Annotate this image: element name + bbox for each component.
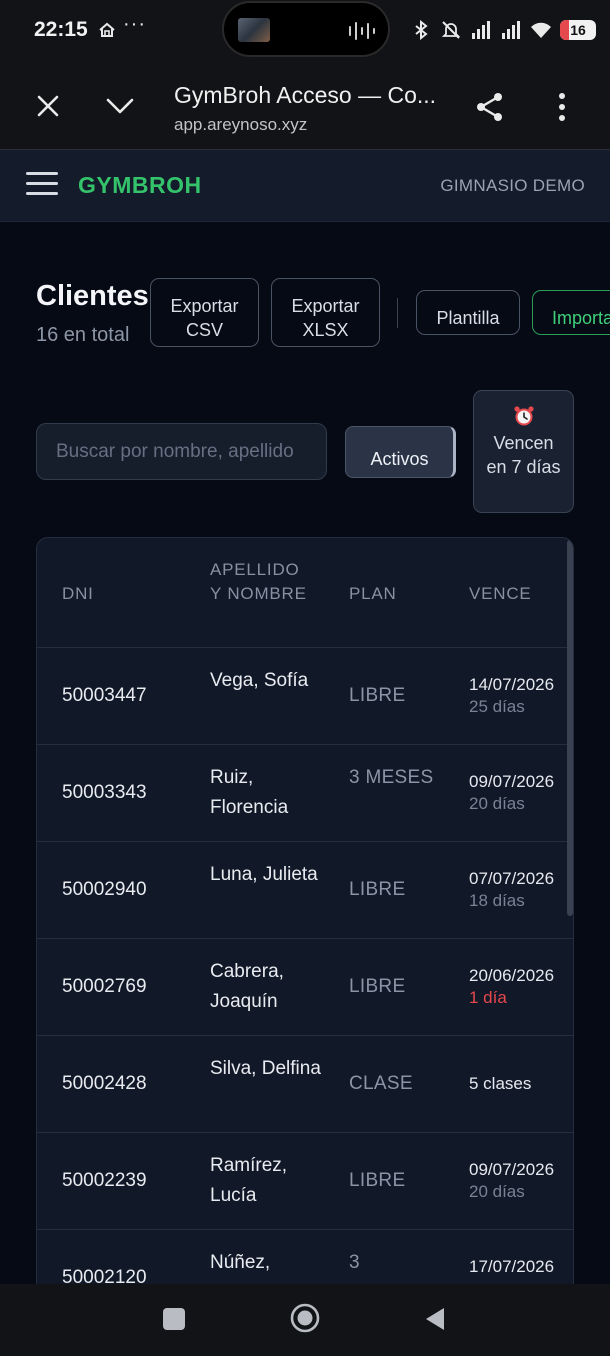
silent-icon	[441, 21, 461, 39]
cell-plan: LIBRE	[349, 685, 406, 706]
status-icons: 16	[410, 16, 596, 44]
status-time: 22:15	[34, 18, 88, 41]
days-remaining: 20 días	[469, 794, 525, 813]
cell-plan: 3 MESES	[349, 767, 434, 788]
battery-level: 16	[570, 22, 586, 38]
expiring-filter-label: Vencen en 7 días	[486, 433, 561, 477]
cell-plan: 3	[349, 1252, 360, 1273]
days-remaining-urgent: 1 día	[469, 988, 507, 1007]
bluetooth-icon	[415, 19, 428, 41]
cell-plan: LIBRE	[349, 879, 406, 900]
table-row[interactable]: 50002940 Luna, Julieta LIBRE 07/07/2026 …	[37, 842, 573, 939]
cell-dni: 50002940	[62, 879, 147, 900]
column-header-nombre[interactable]: APELLIDO Y NOMBRE	[210, 558, 310, 606]
hamburger-menu-icon[interactable]	[26, 172, 58, 198]
column-header-vence[interactable]: VENCE	[469, 582, 532, 606]
import-button[interactable]: Importa	[532, 290, 610, 335]
battery-icon: 16	[560, 20, 596, 40]
cell-vence: 09/07/2026 20 días	[469, 771, 554, 815]
share-icon[interactable]	[474, 91, 506, 123]
cell-plan: LIBRE	[349, 1170, 406, 1191]
cell-vence: 07/07/2026 18 días	[469, 868, 554, 912]
home-icon	[99, 22, 115, 37]
due-date: 17/07/2026	[469, 1257, 555, 1276]
column-header-plan[interactable]: PLAN	[349, 582, 397, 606]
signal-icon	[472, 21, 490, 39]
due-date: 09/07/2026	[469, 1160, 555, 1179]
back-icon[interactable]	[424, 1306, 446, 1332]
days-remaining: 20 días	[469, 1182, 525, 1201]
cell-vence: 17/07/2026	[469, 1256, 554, 1278]
cell-nombre: Silva, Delfina	[210, 1058, 321, 1079]
search-input[interactable]	[36, 423, 327, 480]
app-header: GYMBROH GIMNASIO DEMO	[0, 150, 610, 222]
clients-table: DNI APELLIDO Y NOMBRE PLAN VENCE 5000344…	[36, 537, 574, 1297]
signal-icon-2	[502, 21, 520, 39]
due-date: 14/07/2026	[469, 675, 555, 694]
cell-dni: 50003343	[62, 782, 147, 803]
cell-nombre: Luna, Julieta	[210, 864, 318, 885]
table-scrollbar[interactable]	[567, 540, 573, 916]
cell-vence: 14/07/2026 25 días	[469, 674, 554, 718]
table-row[interactable]: 50002428 Silva, Delfina CLASE 5 clases	[37, 1036, 573, 1133]
close-icon[interactable]	[34, 92, 62, 120]
client-count: 16 en total	[36, 324, 130, 346]
dynamic-island	[222, 1, 390, 57]
more-vertical-icon[interactable]	[549, 92, 575, 122]
cell-nombre: Ruiz, Florencia	[210, 767, 289, 818]
cell-nombre: Vega, Sofía	[210, 670, 309, 691]
chevron-down-icon[interactable]	[104, 94, 136, 118]
cell-nombre: Cabrera, Joaquín	[210, 961, 284, 1012]
due-date: 20/06/2026	[469, 966, 555, 985]
cell-vence: 20/06/2026 1 día	[469, 965, 554, 1009]
more-notifications-icon: ···	[123, 13, 146, 35]
cell-plan: LIBRE	[349, 976, 406, 997]
cell-dni: 50002239	[62, 1170, 147, 1191]
alarm-clock-icon	[513, 406, 534, 426]
days-remaining: 18 días	[469, 891, 525, 910]
cell-dni: 50002769	[62, 976, 147, 997]
cell-dni: 50003447	[62, 685, 147, 706]
days-remaining: 25 días	[469, 697, 525, 716]
due-date: 09/07/2026	[469, 772, 555, 791]
browser-page-title: GymBroh Acceso — Co...	[174, 82, 437, 108]
actions-divider	[397, 298, 398, 328]
due-date: 07/07/2026	[469, 869, 555, 888]
cell-nombre: Núñez,	[210, 1252, 271, 1273]
page-title: Clientes	[36, 280, 149, 312]
home-button-icon[interactable]	[289, 1302, 321, 1334]
wifi-icon	[531, 22, 551, 38]
classes-remaining: 5 clases	[469, 1074, 532, 1093]
export-csv-button[interactable]: Exportar CSV	[150, 278, 259, 347]
status-filter-button[interactable]: Activos	[345, 426, 456, 478]
table-row[interactable]: 50002769 Cabrera, Joaquín LIBRE 20/06/20…	[37, 939, 573, 1036]
audio-wave-icon	[349, 22, 375, 40]
table-row[interactable]: 50003447 Vega, Sofía LIBRE 14/07/2026 25…	[37, 648, 573, 745]
cell-nombre: Ramírez, Lucía	[210, 1155, 288, 1206]
media-thumbnail	[238, 18, 270, 42]
gym-name: GIMNASIO DEMO	[440, 176, 585, 195]
browser-url[interactable]: app.areynoso.xyz	[174, 115, 307, 135]
export-xlsx-button[interactable]: Exportar XLSX	[271, 278, 380, 347]
table-header: DNI APELLIDO Y NOMBRE PLAN VENCE	[37, 538, 573, 648]
recent-apps-icon[interactable]	[163, 1308, 185, 1330]
template-button[interactable]: Plantilla	[416, 290, 520, 335]
cell-vence: 09/07/2026 20 días	[469, 1159, 554, 1203]
system-nav-bar	[0, 1284, 610, 1356]
cell-dni: 50002428	[62, 1073, 147, 1094]
app-brand[interactable]: GYMBROH	[78, 172, 202, 199]
status-bar: 22:15 ··· 16	[0, 0, 610, 64]
cell-vence: 5 clases	[469, 1073, 531, 1095]
cell-plan: CLASE	[349, 1073, 413, 1094]
table-row[interactable]: 50002239 Ramírez, Lucía LIBRE 09/07/2026…	[37, 1133, 573, 1230]
expiring-filter-button[interactable]: Vencen en 7 días	[473, 390, 574, 513]
browser-toolbar: GymBroh Acceso — Co... app.areynoso.xyz	[0, 64, 610, 150]
column-header-dni[interactable]: DNI	[62, 582, 94, 606]
table-row[interactable]: 50003343 Ruiz, Florencia 3 MESES 09/07/2…	[37, 745, 573, 842]
